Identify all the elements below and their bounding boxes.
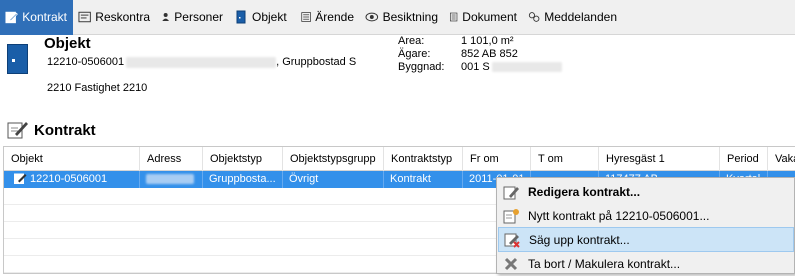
redacted-text	[126, 56, 277, 68]
cell-objektstyp: Gruppbosta...	[203, 171, 283, 188]
object-type: , Gruppbostad S	[276, 56, 357, 68]
tab-besiktning[interactable]: Besiktning	[360, 0, 444, 35]
tab-label: Besiktning	[382, 10, 438, 24]
cell-objekt: 12210-0506001	[4, 171, 140, 188]
cell-objektstypsgrupp: Övrigt	[283, 171, 384, 188]
tab-reskontra[interactable]: Reskontra	[73, 0, 156, 35]
cell-text: 12210-0506001	[30, 173, 108, 185]
delete-icon	[504, 257, 518, 270]
object-title: Objekt	[44, 35, 91, 52]
cell-adress	[140, 171, 203, 188]
tab-objekt[interactable]: Objekt	[229, 0, 296, 35]
eye-icon	[365, 12, 379, 22]
menu-item-label: Redigera kontrakt...	[528, 184, 641, 199]
list-icon	[301, 12, 311, 22]
menu-item-edit-contract[interactable]: Redigera kontrakt...	[498, 179, 794, 204]
menu-item-label: Ta bort / Makulera kontrakt...	[528, 256, 681, 271]
object-id: 12210-0506001	[47, 56, 125, 68]
tab-label: Reskontra	[95, 10, 150, 24]
tab-label: Dokument	[462, 10, 517, 24]
edit-icon	[14, 173, 27, 184]
door-icon	[7, 44, 28, 74]
cell-kontraktstyp: Kontrakt	[384, 171, 463, 188]
column-header-from[interactable]: Fr om	[463, 147, 531, 171]
tab-personer[interactable]: Personer	[156, 0, 229, 35]
info-key: Area:	[398, 35, 425, 47]
menu-item-label: Nytt kontrakt på 12210-0506001...	[528, 208, 710, 223]
info-area: Area: 1 101,0 m²	[398, 35, 514, 47]
column-header-tom[interactable]: T om	[531, 147, 599, 171]
info-value: 001 S	[461, 61, 490, 73]
tab-label: Kontrakt	[22, 10, 67, 24]
ledger-icon	[78, 11, 91, 23]
terminate-contract-icon	[504, 233, 520, 248]
new-contract-icon	[503, 208, 519, 223]
info-value: 852 AB 852	[461, 48, 518, 60]
info-building: Byggnad: 001 S	[398, 61, 562, 73]
document-icon	[449, 12, 458, 22]
column-header-kontraktstyp[interactable]: Kontraktstyp	[384, 147, 463, 171]
door-icon	[236, 10, 246, 24]
context-menu: Redigera kontrakt... Nytt kontrakt på 12…	[496, 177, 795, 274]
edit-icon	[503, 186, 519, 199]
menu-item-delete-contract[interactable]: Ta bort / Makulera kontrakt...	[498, 251, 794, 276]
column-header-hyresgast[interactable]: Hyresgäst 1	[599, 147, 720, 171]
tab-label: Personer	[174, 10, 223, 24]
info-value: 1 101,0 m²	[461, 35, 514, 47]
section-title: Kontrakt	[34, 122, 96, 139]
redacted-text	[146, 174, 194, 185]
tab-label: Ärende	[315, 10, 354, 24]
edit-icon	[5, 11, 18, 24]
tab-dokument[interactable]: Dokument	[444, 0, 523, 35]
column-header-objekt[interactable]: Objekt	[4, 147, 140, 171]
menu-item-terminate-contract[interactable]: Säg upp kontrakt...	[498, 227, 794, 252]
column-header-objektstyp[interactable]: Objektstyp	[203, 147, 283, 171]
tab-label: Meddelanden	[544, 10, 617, 24]
column-header-vakans[interactable]: Vaka	[768, 147, 795, 171]
grid-header: Objekt Adress Objektstyp Objektstypsgrup…	[4, 147, 795, 171]
object-property: 2210 Fastighet 2210	[47, 82, 148, 94]
tab-kontrakt[interactable]: Kontrakt	[0, 0, 73, 35]
main-toolbar: Kontrakt Reskontra Personer Objekt Ärend…	[0, 0, 795, 35]
menu-item-new-contract[interactable]: Nytt kontrakt på 12210-0506001...	[498, 203, 794, 228]
info-key: Byggnad:	[398, 61, 445, 73]
column-header-period[interactable]: Period	[720, 147, 768, 171]
tab-meddelanden[interactable]: Meddelanden	[523, 0, 623, 35]
column-header-objektstypsgrupp[interactable]: Objektstypsgrupp	[283, 147, 384, 171]
tab-label: Objekt	[252, 10, 287, 24]
menu-item-label: Säg upp kontrakt...	[529, 232, 630, 247]
redacted-text	[491, 62, 562, 73]
tab-arende[interactable]: Ärende	[296, 0, 360, 35]
object-id-line: 12210-0506001 , Gruppbostad S	[47, 56, 356, 68]
column-header-adress[interactable]: Adress	[140, 147, 203, 171]
person-icon	[162, 13, 169, 21]
info-owner: Ägare: 852 AB 852	[398, 48, 518, 60]
messages-icon	[528, 12, 540, 22]
edit-icon	[7, 122, 28, 139]
info-key: Ägare:	[398, 48, 431, 60]
